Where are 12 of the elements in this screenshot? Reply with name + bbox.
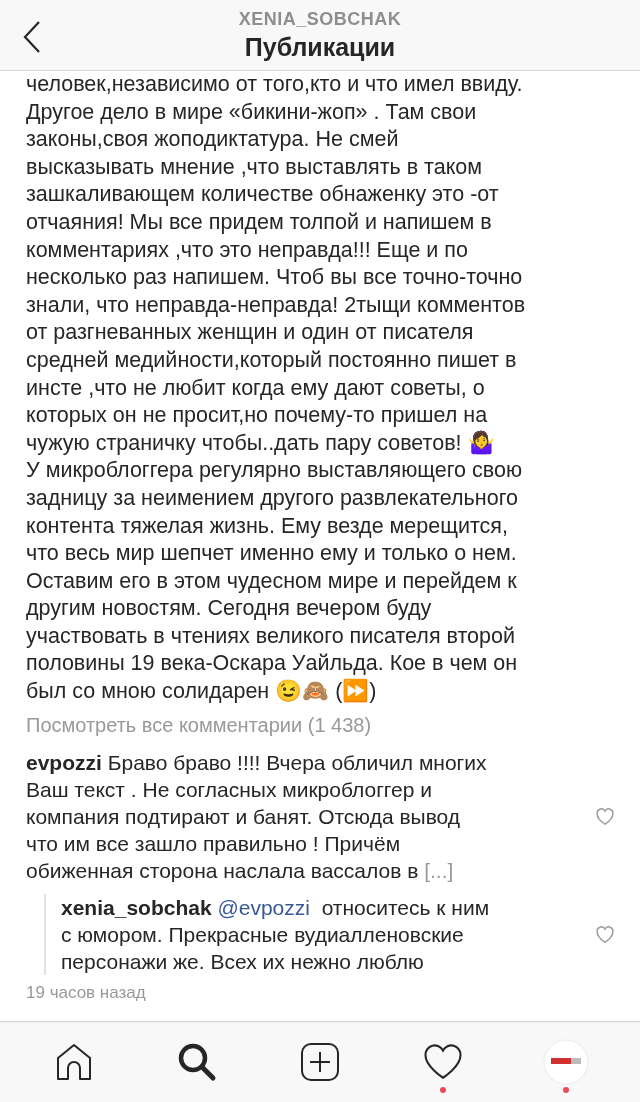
back-icon[interactable] <box>22 20 42 54</box>
reply-text: xenia_sobchak @evpozzi относитесь к ним с юмором. Прекрасные вудиалленовские персонажи же. Всех их нежно люблю <box>61 894 491 975</box>
avatar-icon[interactable] <box>543 1039 590 1085</box>
add-icon[interactable] <box>299 1042 340 1082</box>
username-label: XENIA_SOBCHAK <box>238 8 402 30</box>
heart-icon[interactable] <box>422 1042 465 1082</box>
page-title: Публикации <box>244 32 396 62</box>
search-icon[interactable] <box>176 1042 217 1082</box>
timestamp: 19 часов назад <box>26 982 147 1003</box>
post-caption: человек,независимо от того,кто и что имел ввиду. Другое дело в мире «бикини-жоп» . Там свои законы,своя жоподиктатура. Не смей высказывать мнение ,что выставлять в таком зашкаливающем количестве обнаженку это -от отчаяния! Мы все придем толпой и напишем в комментариях ,что это неправда!!! Еще и по несколько раз напишем. Чтоб вы все точно-точно знали, что неправда-неправда! 2тыщи комментов от разгневанных женщин и один от писателя средней медийности,который постоянно пишет в инсте ,что не любит когда ему дают советы, о которых он не просит,но почему-то пришел на чужую страничку чтобы..дать пару советов! 🤷‍♀ У микроблоггера регулярно выставляющего свою задницу за неимением другого развлекательного контента тяжелая жизнь. Ему везде мерещится, что весь мир шепчет именно ему и только о нем. Оставим его в этом чудесном мире и перейдем к другим новостям. Сегодня вечером буду участвовать в чтениях великого писателя второй половины 19 века-Оскара Уайльда. Кое в чем он был со мною солидарен 😉🙈 (⏩) <box>26 71 527 706</box>
mention-link[interactable]: @evpozzi <box>217 895 310 919</box>
comment-text: evpozzi Браво браво !!!! Вчера обличил многих Ваш текст . Не согласных микроблоггер и компания подтирают и банят. Отсюда вывод что им все зашло правильно ! Причём обиженная сторона наслала вассалов в [...] <box>26 749 488 884</box>
